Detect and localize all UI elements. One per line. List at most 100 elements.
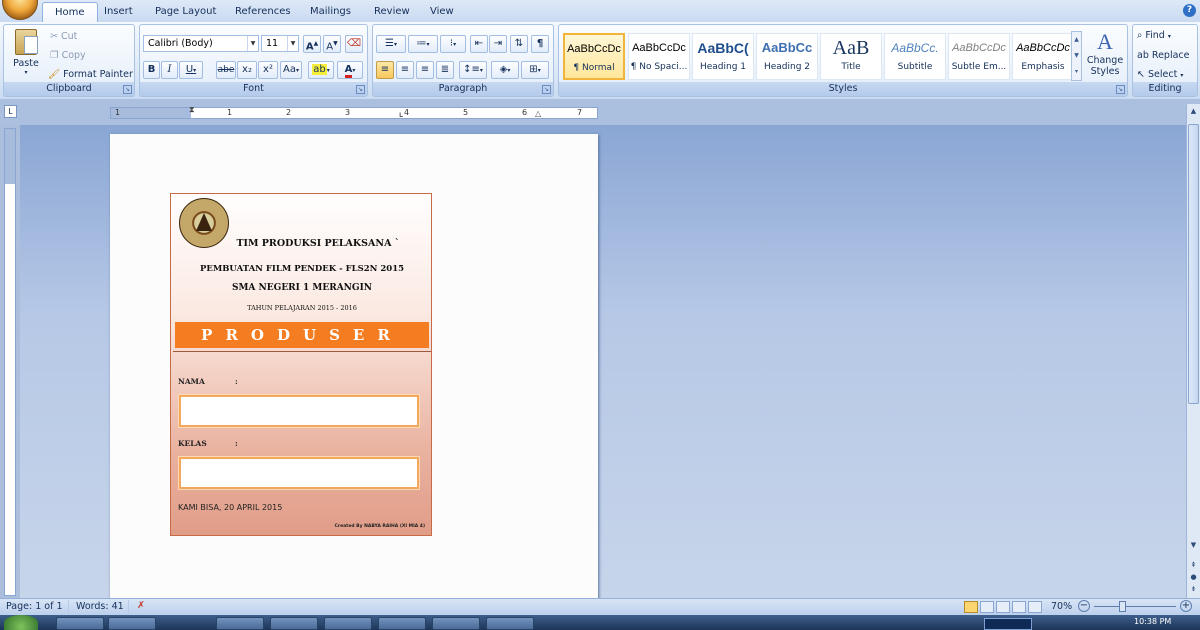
vertical-ruler[interactable] <box>4 128 16 596</box>
select-button[interactable]: ↖ Select ▾ <box>1137 69 1183 80</box>
line-spacing-icon: ↕≡ <box>463 64 480 75</box>
highlight-color-button[interactable]: ab▾ <box>308 61 334 79</box>
style-subtitle[interactable]: AaBbCc. Subtitle <box>884 33 946 80</box>
bullets-button[interactable]: ☰▾ <box>376 35 406 53</box>
scrollbar-thumb[interactable] <box>1188 124 1199 404</box>
change-case-icon: Aa <box>283 64 296 75</box>
clear-formatting-button[interactable]: ⌫ <box>345 35 363 53</box>
superscript-button[interactable]: x² <box>258 61 278 79</box>
office-button[interactable] <box>2 0 38 20</box>
nama-field[interactable] <box>178 394 420 428</box>
cut-button[interactable]: ✂ Cut <box>50 31 77 42</box>
grow-font-button[interactable]: A▲ <box>303 35 321 53</box>
tab-view[interactable]: View <box>418 2 466 22</box>
word-count[interactable]: Words: 41 <box>76 601 124 612</box>
zoom-out-icon[interactable]: − <box>1078 600 1090 612</box>
align-left-button[interactable]: ≡ <box>376 61 394 79</box>
font-size-dropdown[interactable]: 11 ▼ <box>261 35 299 52</box>
right-indent-marker-icon[interactable]: △ <box>535 109 541 118</box>
shading-button[interactable]: ◈▾ <box>491 61 519 79</box>
taskbar-app-icon[interactable] <box>216 617 264 630</box>
font-launcher-icon[interactable]: ↘ <box>356 85 365 94</box>
style-emphasis[interactable]: AaBbCcDc Emphasis <box>1012 33 1074 80</box>
tab-mailings[interactable]: Mailings <box>298 2 363 22</box>
paragraph-launcher-icon[interactable]: ↘ <box>542 85 551 94</box>
page-count[interactable]: Page: 1 of 1 <box>6 601 63 612</box>
replace-button[interactable]: ab Replace <box>1137 50 1189 61</box>
show-hide-button[interactable]: ¶ <box>531 35 549 53</box>
zoom-slider-thumb[interactable] <box>1119 601 1126 612</box>
taskbar-word-icon[interactable] <box>378 617 426 630</box>
change-styles-button[interactable]: A Change Styles <box>1085 29 1125 77</box>
numbering-button[interactable]: ≔▾ <box>408 35 438 53</box>
taskbar-app2-icon[interactable] <box>432 617 480 630</box>
zoom-level[interactable]: 70% <box>1051 601 1072 612</box>
font-color-button[interactable]: A▾ <box>337 61 363 79</box>
horizontal-ruler[interactable]: 1 1 2 3 4 5 6 7 ⧗ ʟ △ <box>110 105 598 119</box>
style-title[interactable]: AaB Title <box>820 33 882 80</box>
taskbar-paint-icon[interactable] <box>324 617 372 630</box>
bold-button[interactable]: B <box>143 61 160 79</box>
vertical-scrollbar[interactable]: ▲ ▼ ⇞ ● ⇟ <box>1186 104 1200 598</box>
taskbar-chrome-icon[interactable] <box>486 617 534 630</box>
zoom-in-icon[interactable]: + <box>1180 600 1192 612</box>
print-layout-icon[interactable] <box>964 601 978 613</box>
align-left-icon: ≡ <box>380 64 390 75</box>
help-icon[interactable]: ? <box>1183 4 1196 17</box>
browse-object-icon[interactable]: ● <box>1188 572 1199 583</box>
zoom-slider[interactable] <box>1094 606 1176 607</box>
font-name-dropdown[interactable]: Calibri (Body) ▼ <box>143 35 259 52</box>
draft-icon[interactable] <box>1028 601 1042 613</box>
tab-insert[interactable]: Insert <box>92 2 145 22</box>
tab-home[interactable]: Home <box>42 2 98 22</box>
tab-references[interactable]: References <box>223 2 303 22</box>
tab-stop-icon[interactable]: ʟ <box>399 110 403 119</box>
align-center-button[interactable]: ≡ <box>396 61 414 79</box>
increase-indent-button[interactable]: ⇥ <box>489 35 507 53</box>
multilevel-list-button[interactable]: ⁝▾ <box>440 35 466 53</box>
style-heading-1[interactable]: AaBbC(Heading 1 <box>692 33 754 80</box>
tab-review[interactable]: Review <box>362 2 422 22</box>
previous-page-icon[interactable]: ⇞ <box>1188 560 1199 571</box>
format-painter-button[interactable]: 🖌 Format Painter <box>48 69 133 80</box>
copy-button[interactable]: ❐ Copy <box>50 50 86 61</box>
sort-button[interactable]: ⇅ <box>510 35 528 53</box>
strikethrough-button[interactable]: abe <box>216 61 236 79</box>
styles-launcher-icon[interactable]: ↘ <box>1116 85 1125 94</box>
style-subtle-emphasis[interactable]: AaBbCcDc Subtle Em... <box>948 33 1010 80</box>
scroll-up-icon[interactable]: ▲ <box>1188 106 1199 117</box>
web-layout-icon[interactable] <box>996 601 1010 613</box>
find-button[interactable]: ⌕ Find ▾ <box>1137 30 1171 41</box>
underline-button[interactable]: U▾ <box>179 61 203 79</box>
tab-selector-icon[interactable]: L <box>4 105 17 118</box>
indent-marker-icon[interactable]: ⧗ <box>189 105 195 115</box>
decrease-indent-button[interactable]: ⇤ <box>470 35 488 53</box>
taskbar-language-bar[interactable] <box>984 618 1032 630</box>
italic-button[interactable]: I <box>161 61 178 79</box>
kelas-field[interactable] <box>178 456 420 490</box>
align-right-button[interactable]: ≡ <box>416 61 434 79</box>
full-screen-reading-icon[interactable] <box>980 601 994 613</box>
start-button[interactable] <box>4 615 38 630</box>
taskbar-media-icon[interactable] <box>270 617 318 630</box>
taskbar-ie-icon[interactable] <box>56 617 104 630</box>
style-normal[interactable]: AaBbCcDc ¶ Normal <box>563 33 625 80</box>
justify-button[interactable]: ≣ <box>436 61 454 79</box>
change-case-button[interactable]: Aa▾ <box>280 61 302 79</box>
tab-page-layout[interactable]: Page Layout <box>143 2 228 22</box>
borders-button[interactable]: ⊞▾ <box>521 61 549 79</box>
clipboard-launcher-icon[interactable]: ↘ <box>123 85 132 94</box>
outline-icon[interactable] <box>1012 601 1026 613</box>
subscript-button[interactable]: x₂ <box>237 61 257 79</box>
ruler-number: 5 <box>463 108 469 117</box>
taskbar-folder-icon[interactable] <box>108 617 156 630</box>
next-page-icon[interactable]: ⇟ <box>1188 584 1199 595</box>
paste-button[interactable]: Paste ▾ <box>8 27 44 83</box>
style-heading-2[interactable]: AaBbCc Heading 2 <box>756 33 818 80</box>
line-spacing-button[interactable]: ↕≡▾ <box>459 61 487 79</box>
style-no-spacing[interactable]: AaBbCcDc ¶ No Spaci... <box>628 33 690 80</box>
proofing-icon[interactable]: ✗ <box>137 600 145 611</box>
shrink-font-button[interactable]: A▼ <box>323 35 341 53</box>
styles-gallery-scroller[interactable]: ▲ ▼ ▾ <box>1071 31 1082 81</box>
scroll-down-icon[interactable]: ▼ <box>1188 540 1199 551</box>
